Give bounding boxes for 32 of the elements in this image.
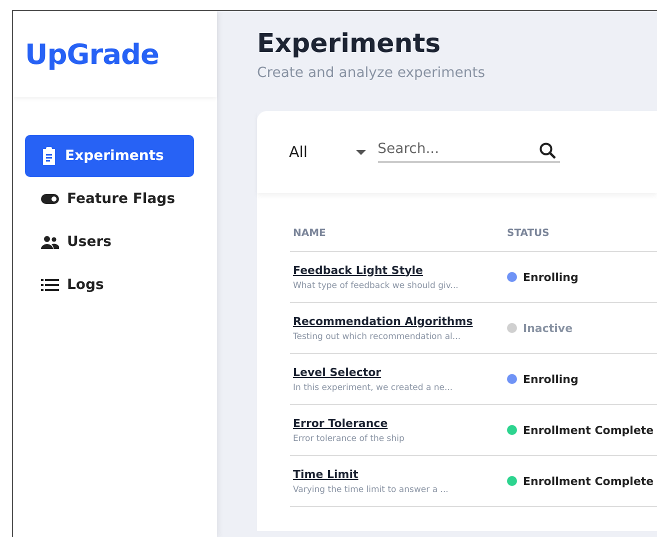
search-field[interactable]: Search...	[378, 141, 560, 163]
experiment-description: In this experiment, we created a ne...	[293, 382, 454, 392]
status-label: Enrolling	[523, 270, 578, 284]
nav-item[interactable]: Feature Flags	[25, 178, 194, 220]
experiment-description: What type of feedback we should giv...	[293, 280, 460, 290]
status-label: Enrollment Complete	[523, 424, 654, 436]
experiment-link[interactable]: Error Tolerance	[293, 416, 388, 430]
nav-item[interactable]: Logs	[25, 264, 194, 306]
filter-dropdown[interactable]: All	[289, 143, 366, 161]
experiment-link[interactable]: Level Selector	[293, 366, 382, 378]
page-title: Experiments	[257, 29, 442, 59]
status-label: Enrollment Complete	[523, 474, 654, 488]
users-icon	[41, 236, 59, 248]
experiment-link[interactable]: Feedback Light Style	[293, 264, 423, 276]
experiment-link[interactable]: Recommendation Algorithms	[293, 314, 473, 328]
list-icon	[41, 279, 59, 291]
experiment-description: Error tolerance of the ship	[293, 434, 406, 444]
page-subtitle: Create and analyze experiments	[257, 65, 486, 81]
experiment-description: Testing out which recommendation al...	[293, 332, 462, 342]
status-label: Inactive	[523, 322, 573, 334]
search-icon	[538, 142, 556, 159]
nav-item[interactable]: Users	[25, 221, 194, 263]
status-label: Enrolling	[523, 372, 578, 386]
logo[interactable]: UpGrade	[25, 38, 159, 70]
experiment-description: Varying the time limit to answer a ...	[293, 484, 450, 494]
column-header: NAME	[292, 228, 327, 238]
clipboard-icon	[41, 147, 57, 165]
experiment-link[interactable]: Time Limit	[293, 468, 358, 480]
toggle-icon	[41, 194, 59, 204]
nav-item[interactable]: Experiments	[25, 135, 194, 177]
caret-icon	[356, 150, 366, 154]
column-header: STATUS	[506, 228, 550, 238]
